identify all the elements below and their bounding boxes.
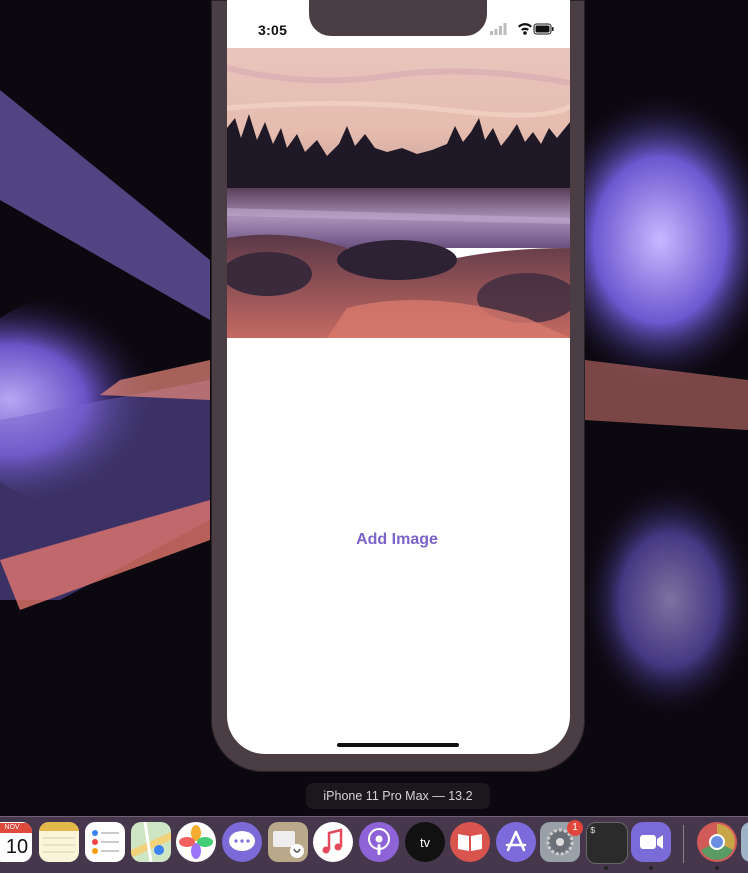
chrome-running-indicator (715, 866, 719, 870)
status-bar-time: 3:05 (258, 22, 288, 38)
notes-icon[interactable] (39, 822, 79, 862)
zoom-running-indicator (649, 866, 653, 870)
books-icon[interactable] (450, 822, 490, 862)
add-image-button[interactable]: Add Image (297, 531, 497, 549)
app-store-icon[interactable] (496, 822, 536, 862)
reminders-icon[interactable] (85, 822, 125, 862)
home-indicator[interactable] (337, 743, 459, 747)
status-bar-icons (490, 23, 554, 35)
facetime-icon[interactable] (268, 822, 308, 862)
chrome-icon[interactable] (697, 822, 737, 862)
tv-icon[interactable]: tv (405, 822, 445, 862)
terminal-running-indicator (604, 866, 608, 870)
simulator-device-label: iPhone 11 Pro Max — 13.2 (306, 783, 490, 809)
zoom-icon[interactable] (631, 822, 671, 862)
calendar-month: NOV (0, 823, 32, 833)
app-store-badge: 1 (567, 820, 583, 836)
wifi-icon (518, 23, 532, 35)
terminal-prompt: $ (590, 826, 596, 836)
badge-count: 1 (572, 822, 578, 833)
podcasts-icon[interactable] (359, 822, 399, 862)
finder-partial-icon[interactable] (741, 822, 748, 862)
battery-icon (533, 23, 554, 35)
device-notch (309, 0, 487, 36)
tv-label: tv (419, 834, 431, 850)
terminal-icon[interactable]: $ (586, 822, 628, 864)
music-icon[interactable] (313, 822, 353, 862)
landscape-photo (227, 48, 570, 338)
signal-icon (490, 23, 507, 35)
messages-icon[interactable] (222, 822, 262, 862)
calendar-icon[interactable]: NOV 10 (0, 822, 32, 862)
dock-separator (683, 825, 684, 863)
calendar-day: 10 (5, 836, 29, 858)
maps-icon[interactable] (131, 822, 171, 862)
photos-icon[interactable] (176, 822, 216, 862)
